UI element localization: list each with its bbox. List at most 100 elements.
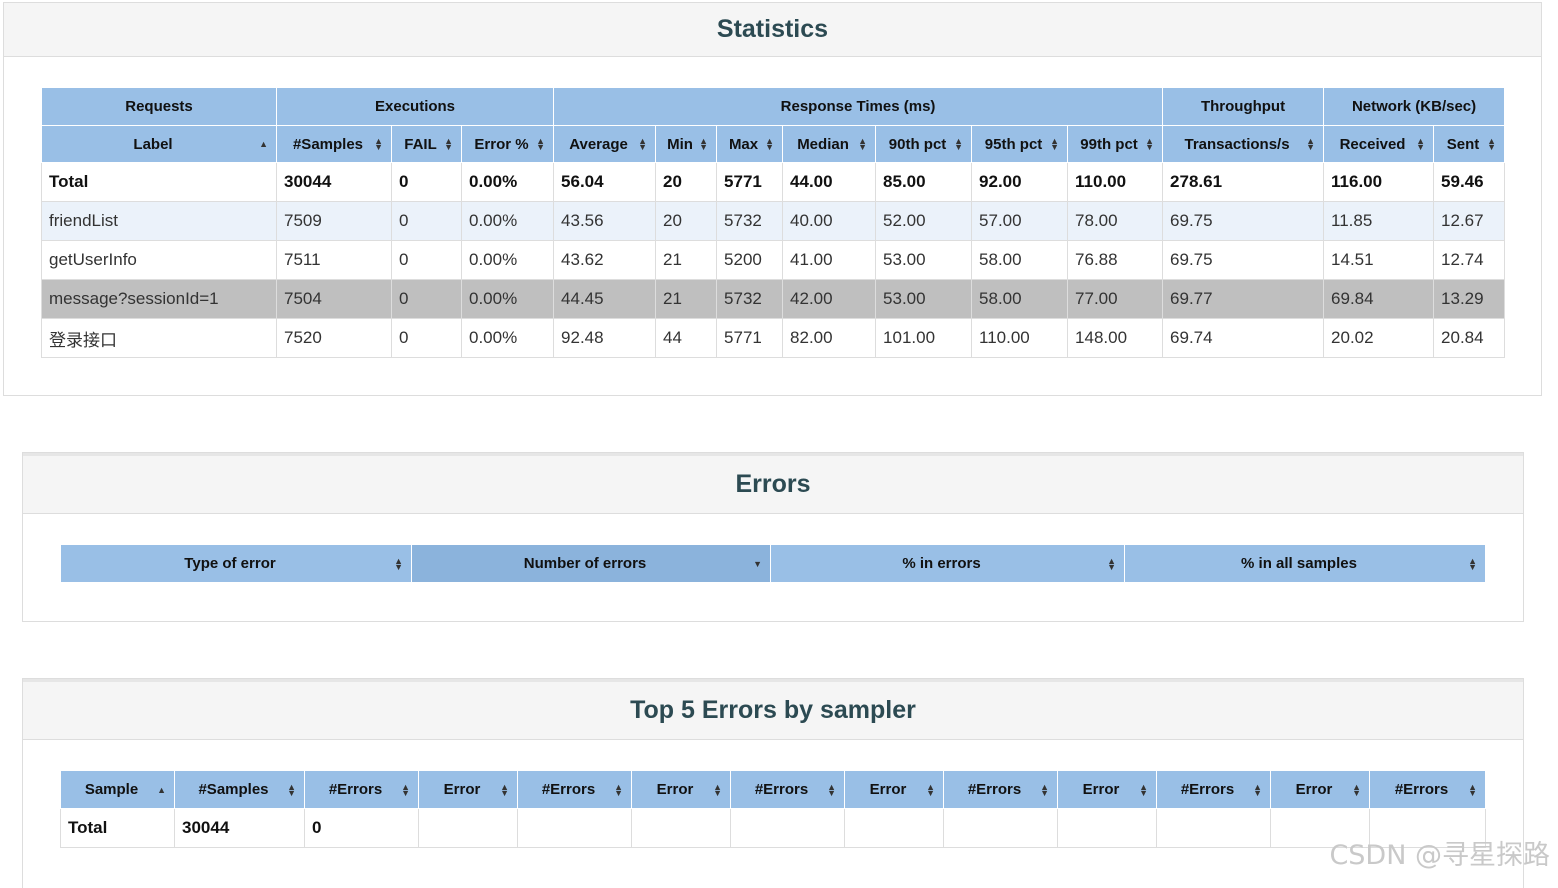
stats-header-label: Received	[1339, 135, 1406, 153]
stats-cell: 5771	[716, 162, 784, 202]
stats-header-label: Label	[133, 135, 173, 153]
top5-header-error-7[interactable]: Error ▲ ▼	[844, 770, 944, 809]
top5-header-error-11[interactable]: Error ▲ ▼	[1270, 770, 1370, 809]
top5-body: Total 30044 0	[60, 808, 1486, 848]
stats-cell: 7511	[276, 240, 392, 280]
stats-cell: 44.00	[782, 162, 877, 202]
sort-both-icon: ▲ ▼	[858, 136, 868, 152]
stats-header-received-12[interactable]: Received ▲ ▼	[1323, 125, 1435, 163]
stats-cell: 44	[655, 318, 718, 358]
errors-header-in-errors-2[interactable]: % in errors ▲ ▼	[770, 544, 1125, 583]
stats-cell: 0.00%	[460, 240, 555, 280]
statistics-panel: Statistics Requests Executions Response …	[3, 2, 1542, 396]
stats-cell: 69.77	[1162, 279, 1325, 319]
stats-header-fail-2[interactable]: FAIL ▲ ▼	[391, 125, 462, 163]
errors-header-type-of-error-0[interactable]: Type of error ▲ ▼	[60, 544, 412, 583]
top5-header-label: Error	[869, 781, 907, 798]
stats-header-average-4[interactable]: Average ▲ ▼	[553, 125, 657, 163]
top5-header-errors-2[interactable]: #Errors ▲ ▼	[304, 770, 419, 809]
stats-header-99th-pct-10[interactable]: 99th pct ▲ ▼	[1067, 125, 1164, 163]
stats-header-label: Sent	[1446, 135, 1480, 153]
errors-header-in-all-samples-3[interactable]: % in all samples ▲ ▼	[1124, 544, 1486, 583]
top5-header-error-3[interactable]: Error ▲ ▼	[418, 770, 518, 809]
top5-header-samples-1[interactable]: #Samples ▲ ▼	[174, 770, 305, 809]
stats-cell: 58.00	[971, 279, 1069, 319]
errors-panel: Errors Type of error ▲ ▼ Number of errors ▼%…	[22, 452, 1524, 622]
stats-cell: 20	[655, 162, 718, 202]
stats-cell: 85.00	[875, 162, 973, 202]
top5-header-error-9[interactable]: Error ▲ ▼	[1057, 770, 1157, 809]
top5-header-errors-6[interactable]: #Errors ▲ ▼	[730, 770, 845, 809]
stats-cell: 59.46	[1433, 162, 1506, 202]
errors-header-label: % in errors	[902, 555, 981, 572]
sort-both-icon: ▲ ▼	[827, 781, 836, 798]
stats-header-90th-pct-8[interactable]: 90th pct ▲ ▼	[875, 125, 973, 163]
statistics-table: Requests Executions Response Times (ms) …	[41, 87, 1506, 358]
stats-header-samples-1[interactable]: #Samples ▲ ▼	[276, 125, 392, 163]
stats-header-label-0[interactable]: Label ▲	[41, 125, 277, 163]
stats-cell: 56.04	[553, 162, 657, 202]
stats-cell: 110.00	[971, 318, 1069, 358]
sort-both-icon: ▲ ▼	[394, 555, 403, 572]
top5-header-label: Error	[1082, 781, 1120, 798]
stats-cell: 0	[391, 279, 462, 319]
stats-cell: 58.00	[971, 240, 1069, 280]
stats-header-max-6[interactable]: Max ▲ ▼	[716, 125, 784, 163]
top5-cell	[418, 808, 518, 848]
stats-cell: 20.02	[1323, 318, 1435, 358]
top5-cell	[1057, 808, 1157, 848]
stats-header-95th-pct-9[interactable]: 95th pct ▲ ▼	[971, 125, 1069, 163]
top5-cell: 30044	[174, 808, 305, 848]
stats-header-transactions-s-11[interactable]: Transactions/s ▲ ▼	[1162, 125, 1325, 163]
sort-both-icon: ▲ ▼	[1145, 136, 1155, 152]
stats-header-label: 95th pct	[984, 135, 1043, 153]
top5-column-row: Sample ▲ #Samples ▲ ▼ #Errors ▲ ▼ Error ▲ ▼ #Errors…	[60, 770, 1486, 809]
statistics-title: Statistics	[716, 15, 829, 43]
stats-cell: 7509	[276, 201, 392, 241]
sort-both-icon: ▲ ▼	[713, 781, 722, 798]
stats-cell: 101.00	[875, 318, 973, 358]
stats-cell: 5732	[716, 201, 784, 241]
errors-header-number-of-errors-1[interactable]: Number of errors ▼	[411, 544, 771, 583]
top5-header-label: #Errors	[967, 781, 1022, 798]
stats-header-median-7[interactable]: Median ▲ ▼	[782, 125, 877, 163]
stats-cell: 20	[655, 201, 718, 241]
top5-header-label: #Errors	[541, 781, 596, 798]
stats-header-label: 99th pct	[1080, 135, 1138, 153]
sort-both-icon: ▲ ▼	[1416, 136, 1426, 152]
stats-cell: 52.00	[875, 201, 973, 241]
top5-header-errors-12[interactable]: #Errors ▲ ▼	[1369, 770, 1486, 809]
sort-both-icon: ▲ ▼	[1352, 781, 1361, 798]
top5-cell: 0	[304, 808, 419, 848]
stats-cell: 14.51	[1323, 240, 1435, 280]
stats-header-label: 90th pct	[888, 135, 947, 153]
sort-both-icon: ▲ ▼	[1050, 136, 1060, 152]
top5-header-label: #Samples	[198, 781, 269, 798]
sort-both-icon: ▲ ▼	[401, 781, 410, 798]
stats-header-sent-13[interactable]: Sent ▲ ▼	[1433, 125, 1506, 163]
top5-header-errors-10[interactable]: #Errors ▲ ▼	[1156, 770, 1271, 809]
sort-both-icon: ▲ ▼	[1107, 555, 1116, 572]
stats-cell: 0	[391, 162, 462, 202]
stats-header-label: Transactions/s	[1184, 135, 1290, 153]
group-throughput: Throughput	[1162, 87, 1325, 126]
sort-both-icon: ▲ ▼	[699, 136, 709, 152]
stats-header-label: Min	[667, 135, 693, 153]
top5-header-label: #Errors	[1180, 781, 1235, 798]
stats-header-error-3[interactable]: Error % ▲ ▼	[460, 125, 555, 163]
table-row: message?sessionId=1 7504 0 0.00% 44.45 21 5732…	[41, 279, 1506, 319]
stats-cell: 21	[655, 279, 718, 319]
top5-cell: Total	[60, 808, 175, 848]
top5-header-sample-0[interactable]: Sample ▲	[60, 770, 175, 809]
stats-cell: 116.00	[1323, 162, 1435, 202]
stats-header-min-5[interactable]: Min ▲ ▼	[655, 125, 718, 163]
stats-cell: 0.00%	[460, 318, 555, 358]
top5-header-error-5[interactable]: Error ▲ ▼	[631, 770, 731, 809]
top5-header-errors-4[interactable]: #Errors ▲ ▼	[517, 770, 632, 809]
statistics-body: Total 30044 0 0.00% 56.04 20 5771 44.00 85.00 92.…	[41, 162, 1506, 358]
errors-header: Errors	[23, 453, 1523, 514]
top5-header-errors-8[interactable]: #Errors ▲ ▼	[943, 770, 1058, 809]
sort-both-icon: ▲ ▼	[926, 781, 935, 798]
group-network: Network (KB/sec)	[1323, 87, 1506, 126]
errors-header-label: % in all samples	[1241, 555, 1357, 572]
